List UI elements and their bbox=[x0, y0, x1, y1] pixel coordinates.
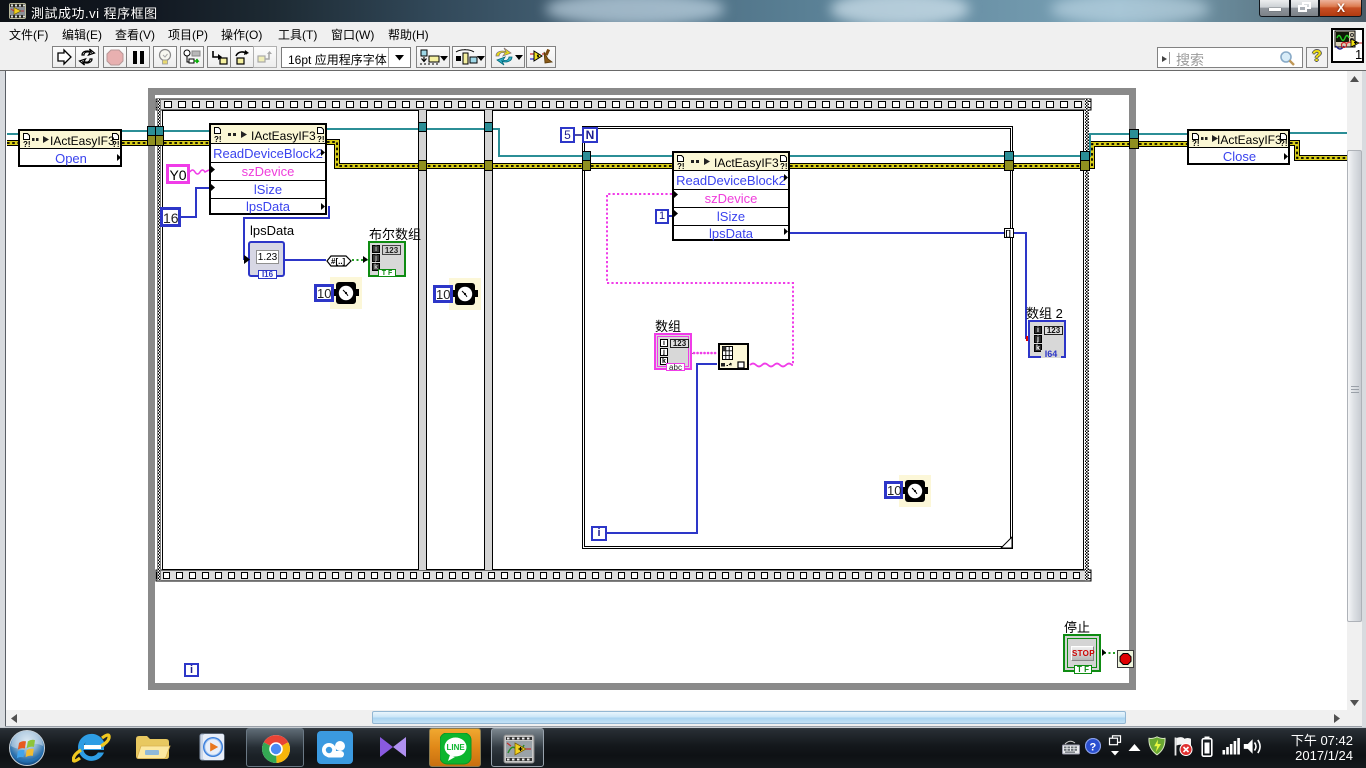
svg-text:?!: ?! bbox=[780, 162, 788, 170]
svg-text:?!: ?! bbox=[1192, 139, 1200, 147]
svg-text:LINE: LINE bbox=[447, 743, 466, 752]
svg-text:?!: ?! bbox=[23, 140, 31, 148]
svg-text:[]: [] bbox=[1006, 229, 1012, 238]
svg-text:?!: ?! bbox=[677, 162, 685, 170]
svg-text:?!: ?! bbox=[317, 135, 325, 143]
svg-text:1: 1 bbox=[1355, 47, 1362, 61]
svg-text:?: ? bbox=[1090, 742, 1097, 754]
svg-text:#[..]: #[..] bbox=[331, 257, 346, 266]
svg-text:?!: ?! bbox=[214, 135, 222, 143]
